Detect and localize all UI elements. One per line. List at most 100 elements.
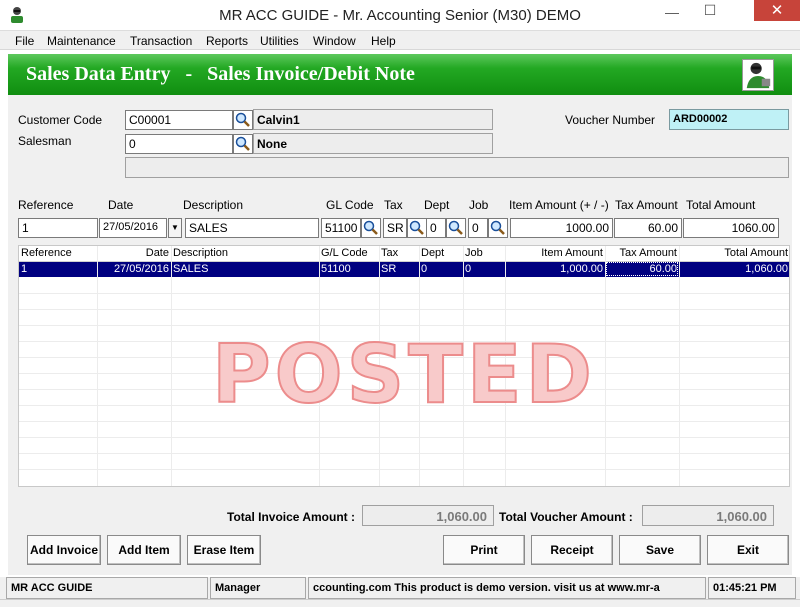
remarks-display — [125, 157, 789, 178]
salesman-lookup-button[interactable] — [233, 134, 253, 154]
grid-col-date[interactable]: Date — [99, 247, 169, 259]
save-button[interactable]: Save — [619, 535, 701, 565]
salesman-label: Salesman — [18, 134, 72, 148]
dept-lookup-button[interactable] — [446, 218, 466, 238]
customer-code-label: Customer Code — [18, 113, 103, 127]
gl-code-input[interactable]: 51100 — [321, 218, 361, 238]
menu-transaction[interactable]: Transaction — [130, 34, 192, 48]
grid-row-line — [19, 469, 789, 470]
description-input[interactable]: SALES — [185, 218, 319, 238]
grid-row-line — [19, 293, 789, 294]
grid-column-line — [605, 246, 606, 486]
menu-bar: File Maintenance Transaction Reports Uti… — [0, 31, 800, 50]
tax-lookup-button[interactable] — [407, 218, 427, 238]
cell-description: SALES — [173, 263, 209, 275]
total-amount-input[interactable]: 1060.00 — [683, 218, 779, 238]
job-input[interactable]: 0 — [468, 218, 488, 238]
cell-date: 27/05/2016 — [113, 263, 169, 275]
entry-header-description: Description — [183, 198, 244, 212]
tax-amount-input[interactable]: 60.00 — [614, 218, 682, 238]
grid-col-dept[interactable]: Dept — [421, 247, 444, 259]
grid-row-line — [19, 421, 789, 422]
menu-help[interactable]: Help — [371, 34, 396, 48]
chevron-down-icon: ▼ — [171, 223, 179, 232]
date-dropdown-button[interactable]: ▼ — [168, 218, 182, 238]
customer-name-display: Calvin1 — [253, 109, 493, 130]
total-voucher-amount: 1,060.00 — [642, 505, 774, 526]
magnifier-icon — [490, 220, 505, 235]
salesman-code-input[interactable]: 0 — [125, 134, 233, 154]
entry-header-job: Job — [469, 198, 489, 212]
entry-header-dept: Dept — [424, 198, 450, 212]
cell-total-amount: 1,060.00 — [745, 263, 788, 275]
print-button[interactable]: Print — [443, 535, 525, 565]
dept-input[interactable]: 0 — [426, 218, 446, 238]
tax-input[interactable]: SR — [383, 218, 407, 238]
grid-col-gl-code[interactable]: G/L Code — [321, 247, 368, 259]
close-button[interactable]: ✕ — [754, 0, 800, 21]
cell-job: 0 — [465, 263, 472, 275]
grid-row-line — [19, 453, 789, 454]
cell-tax-amount: 60.00 — [606, 262, 678, 276]
magnifier-icon — [448, 220, 463, 235]
add-item-button[interactable]: Add Item — [107, 535, 181, 565]
grid-row-line — [19, 325, 789, 326]
job-lookup-button[interactable] — [488, 218, 508, 238]
maximize-button[interactable]: ☐ — [700, 2, 720, 18]
grid-header: Reference Date Description G/L Code Tax … — [19, 246, 789, 262]
entry-header-item-amount: Item Amount (+ / -) — [509, 198, 609, 212]
status-message: ccounting.com This product is demo versi… — [308, 577, 706, 599]
menu-reports[interactable]: Reports — [206, 34, 248, 48]
magnifier-icon — [235, 112, 250, 127]
entry-header-reference: Reference — [18, 198, 74, 212]
magnifier-icon — [235, 136, 250, 151]
cell-dept: 0 — [421, 263, 428, 275]
receipt-button[interactable]: Receipt — [531, 535, 613, 565]
entry-header-tax-amount: Tax Amount — [615, 198, 678, 212]
total-invoice-amount: 1,060.00 — [362, 505, 494, 526]
exit-button[interactable]: Exit — [707, 535, 789, 565]
customer-lookup-button[interactable] — [233, 110, 253, 130]
grid-col-description[interactable]: Description — [173, 247, 228, 259]
status-time: 01:45:21 PM — [708, 577, 796, 599]
grid-column-line — [171, 246, 172, 486]
reference-input[interactable]: 1 — [18, 218, 98, 238]
grid-col-reference[interactable]: Reference — [21, 247, 72, 259]
menu-maintenance[interactable]: Maintenance — [47, 34, 116, 48]
grid-row-line — [19, 309, 789, 310]
user-icon — [742, 59, 774, 91]
item-amount-input[interactable]: 1000.00 — [510, 218, 613, 238]
add-invoice-button[interactable]: Add Invoice — [27, 535, 101, 565]
grid-col-tax[interactable]: Tax — [381, 247, 398, 259]
grid-col-total-amount[interactable]: Total Amount — [681, 247, 788, 259]
entry-header-date: Date — [108, 198, 134, 212]
grid-col-job[interactable]: Job — [465, 247, 483, 259]
status-user: Manager — [210, 577, 306, 599]
total-voucher-label: Total Voucher Amount : — [499, 510, 633, 524]
entry-header-total-amount: Total Amount — [686, 198, 756, 212]
gl-code-lookup-button[interactable] — [361, 218, 381, 238]
entry-header-tax: Tax — [384, 198, 403, 212]
erase-item-button[interactable]: Erase Item — [187, 535, 261, 565]
window-bottom-edge — [0, 599, 800, 607]
grid-col-item-amount[interactable]: Item Amount — [507, 247, 603, 259]
table-row[interactable]: 1 27/05/2016 SALES 51100 SR 0 0 1,000.00… — [19, 262, 789, 277]
grid-column-line — [679, 246, 680, 486]
grid-row-line — [19, 437, 789, 438]
date-input[interactable]: 27/05/2016 — [99, 218, 167, 238]
menu-utilities[interactable]: Utilities — [260, 34, 299, 48]
salesman-name-display: None — [253, 133, 493, 154]
grid-col-tax-amount[interactable]: Tax Amount — [607, 247, 677, 259]
form-title: Sales Data Entry - Sales Invoice/Debit N… — [26, 63, 415, 85]
entry-header-gl-code: GL Code — [326, 198, 374, 212]
voucher-number-label: Voucher Number — [565, 113, 656, 127]
magnifier-icon — [409, 220, 424, 235]
cell-gl-code: 51100 — [321, 263, 351, 275]
minimize-button[interactable]: — — [662, 4, 682, 20]
total-invoice-label: Total Invoice Amount : — [227, 510, 355, 524]
menu-window[interactable]: Window — [313, 34, 356, 48]
cell-reference: 1 — [21, 263, 28, 275]
menu-file[interactable]: File — [15, 34, 34, 48]
title-bar: MR ACC GUIDE - Mr. Accounting Senior (M3… — [0, 0, 800, 31]
customer-code-input[interactable]: C00001 — [125, 110, 233, 130]
